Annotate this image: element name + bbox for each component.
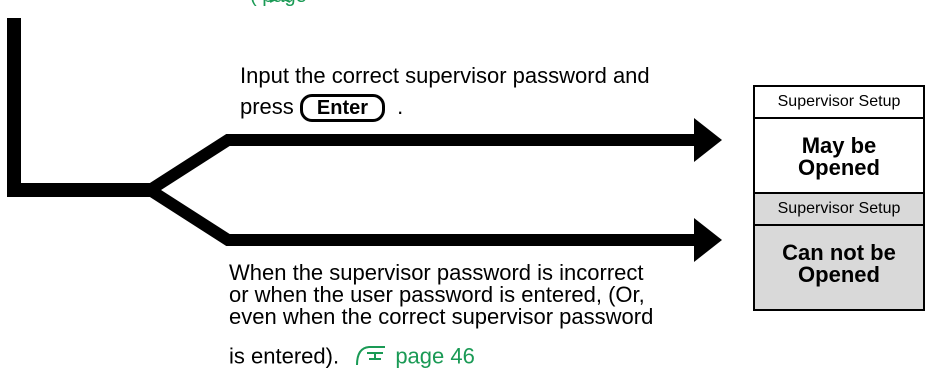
box-open-status-line2: Opened: [798, 155, 880, 180]
lower-description-line2: or when the user password is entered, (O…: [229, 282, 645, 307]
box-open-status: May be Opened: [755, 119, 923, 179]
page-46-link[interactable]: page 46: [395, 343, 475, 368]
flow-stem-line: [7, 18, 152, 197]
enter-key: Enter: [299, 94, 386, 122]
box-closed-status: Can not be Opened: [755, 226, 923, 286]
upper-branch-line: [146, 134, 700, 196]
lower-branch-line: [146, 184, 700, 246]
lower-description-last: is entered). page 46: [229, 344, 475, 371]
supervisor-setup-open-box: Supervisor Setup May be Opened: [753, 85, 925, 197]
box-closed-header: Supervisor Setup: [755, 194, 923, 226]
upper-instruction: Input the correct supervisor password an…: [240, 64, 650, 88]
supervisor-setup-closed-box: Supervisor Setup Can not be Opened: [753, 192, 925, 311]
pointing-hand-icon: [355, 344, 389, 371]
box-open-header: Supervisor Setup: [755, 87, 923, 119]
box-open-status-line1: May be: [801, 133, 877, 158]
lower-description-line4: is entered).: [229, 343, 340, 369]
press-label: press: [240, 94, 294, 119]
top-fragment-text: ( page: [250, 0, 307, 8]
box-closed-status-line2: Opened: [798, 262, 880, 287]
lower-description-line1: When the supervisor password is incorrec…: [229, 260, 644, 285]
upper-instruction-line1: Input the correct supervisor password an…: [240, 63, 650, 88]
instruction-period: .: [397, 94, 404, 119]
lower-arrow-head: [694, 218, 722, 262]
lower-description-line3: even when the correct supervisor passwor…: [229, 304, 654, 329]
box-closed-status-line1: Can not be: [782, 240, 896, 265]
upper-instruction-press: press Enter .: [240, 94, 403, 122]
lower-description: When the supervisor password is incorrec…: [229, 262, 653, 328]
upper-arrow-head: [694, 118, 722, 162]
